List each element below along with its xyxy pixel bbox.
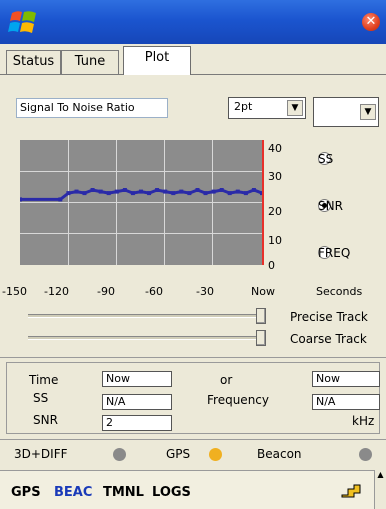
- precise-track-slider[interactable]: [28, 314, 264, 318]
- statusbar-tmnl[interactable]: TMNL: [103, 485, 144, 500]
- radio-freq-label: FREQ: [318, 245, 351, 260]
- x-axis-unit: Seconds: [316, 285, 363, 298]
- connection-plug-icon[interactable]: [340, 481, 362, 501]
- tab-plot[interactable]: Plot: [123, 46, 191, 75]
- now-marker-line: [262, 140, 264, 265]
- coarse-track-slider[interactable]: [28, 336, 264, 340]
- precise-track-thumb[interactable]: [256, 308, 266, 324]
- snr-label: SNR: [33, 413, 58, 427]
- or-label: or: [220, 373, 233, 387]
- y-tick-label: 10: [268, 234, 282, 247]
- x-tick-label: -30: [196, 285, 214, 298]
- snr-data-point: [114, 189, 119, 194]
- snr-data-point: [139, 189, 143, 194]
- snr-data-point: [58, 197, 63, 202]
- snr-data-point: [227, 191, 232, 196]
- snr-trace: [20, 188, 262, 202]
- snr-data-point: [243, 191, 248, 196]
- snr-data-point: [203, 191, 208, 196]
- status-bar: GPS BEAC TMNL LOGS: [0, 470, 386, 509]
- x-tick-label: -150: [2, 285, 27, 298]
- secondary-select[interactable]: ▼: [313, 97, 379, 127]
- khz-label: kHz: [352, 414, 375, 428]
- y-tick-label: 30: [268, 170, 282, 183]
- points-select-value: 2pt: [234, 100, 253, 113]
- snr-data-point: [235, 189, 240, 194]
- snr-data-point: [82, 191, 87, 196]
- statusbar-gps[interactable]: GPS: [11, 485, 41, 500]
- time-label: Time: [29, 373, 59, 387]
- snr-data-point: [251, 188, 256, 192]
- points-select[interactable]: 2pt ▼: [228, 97, 306, 119]
- snr-data-point: [106, 191, 111, 196]
- snr-data-point: [211, 189, 216, 194]
- radio-snr-label: SNR: [318, 198, 343, 213]
- snr-data-point: [74, 189, 79, 194]
- snr-data-point: [195, 188, 200, 192]
- snr-data-point: [187, 191, 192, 196]
- y-tick-label: 40: [268, 142, 282, 155]
- snr-data-point: [90, 188, 95, 192]
- radio-snr[interactable]: SNR: [318, 198, 343, 213]
- plot-title-field: Signal To Noise Ratio: [16, 98, 168, 118]
- right-time-field[interactable]: Now: [312, 371, 380, 387]
- snr-data-point: [171, 191, 176, 196]
- chevron-down-icon[interactable]: ▼: [287, 100, 303, 116]
- chevron-down-icon[interactable]: ▼: [360, 104, 376, 120]
- x-tick-label: Now: [251, 285, 275, 298]
- gps-label: GPS: [166, 447, 191, 461]
- mode-indicator-icon: [113, 448, 126, 461]
- snr-field[interactable]: 2: [102, 415, 172, 431]
- snr-data-point: [219, 188, 224, 192]
- beacon-label: Beacon: [257, 447, 302, 461]
- snr-data-point: [179, 189, 184, 194]
- windows-logo-icon[interactable]: [8, 7, 42, 37]
- title-bar: ✕: [0, 0, 386, 44]
- tab-divider: [0, 74, 386, 75]
- frequency-field[interactable]: N/A: [312, 394, 380, 410]
- coarse-track-thumb[interactable]: [256, 330, 266, 346]
- snr-data-point: [147, 191, 152, 196]
- x-tick-label: -120: [44, 285, 69, 298]
- radio-freq[interactable]: FREQ: [318, 246, 350, 260]
- radio-ss-label: SS: [318, 151, 334, 166]
- ss-field[interactable]: N/A: [102, 394, 172, 410]
- close-button[interactable]: ✕: [362, 13, 380, 31]
- tab-status[interactable]: Status: [6, 50, 61, 74]
- statusbar-beac[interactable]: BEAC: [54, 485, 92, 500]
- tab-strip: Status Tune Plot: [0, 44, 386, 75]
- snr-data-point: [66, 191, 71, 196]
- radio-ss[interactable]: SS: [318, 151, 341, 166]
- snr-data-point: [130, 191, 135, 196]
- snr-data-point: [122, 188, 127, 192]
- separator: [0, 357, 386, 358]
- ss-label: SS: [33, 391, 49, 405]
- beacon-indicator-icon: [359, 448, 372, 461]
- frequency-label: Frequency: [207, 393, 269, 407]
- y-tick-label: 0: [268, 259, 275, 272]
- coarse-track-label: Coarse Track: [290, 332, 367, 346]
- snr-data-point: [20, 197, 22, 202]
- mode-label: 3D+DIFF: [14, 447, 68, 461]
- time-field[interactable]: Now: [102, 371, 172, 387]
- snr-data-point: [98, 189, 103, 194]
- statusbar-logs[interactable]: LOGS: [152, 485, 191, 500]
- gps-indicator-icon: [209, 448, 222, 461]
- snr-data-point: [163, 189, 168, 194]
- precise-track-label: Precise Track: [290, 310, 368, 324]
- separator: [0, 439, 386, 440]
- x-tick-label: -60: [145, 285, 163, 298]
- y-tick-label: 20: [268, 205, 282, 218]
- x-tick-label: -90: [97, 285, 115, 298]
- scroll-up-icon[interactable]: ▲: [375, 470, 386, 479]
- tab-tune[interactable]: Tune: [61, 50, 119, 74]
- statusbar-scrollbar[interactable]: ▲: [374, 470, 386, 509]
- snr-data-point: [155, 188, 160, 192]
